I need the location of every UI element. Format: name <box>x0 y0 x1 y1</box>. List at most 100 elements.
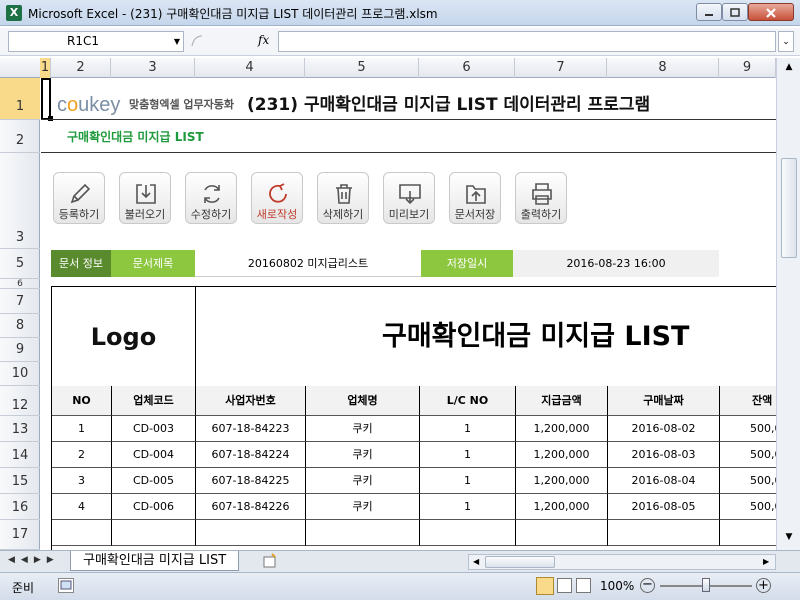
table-cell[interactable]: CD-003 <box>112 416 196 442</box>
vertical-scrollbar[interactable]: ▲ ▼ <box>776 58 800 550</box>
sheet-tab-active[interactable]: 구매확인대금 미지급 LIST <box>70 551 240 571</box>
scroll-right-icon[interactable]: ▶ <box>763 557 769 566</box>
table-header-row: NO 업체코드 사업자번호 업체명 L/C NO 지급금액 구매날짜 잔액 <box>52 386 776 416</box>
table-cell[interactable] <box>420 520 516 546</box>
column-header[interactable]: 3 <box>111 58 195 78</box>
minimize-button[interactable] <box>696 3 722 21</box>
table-cell[interactable]: 쿠키 <box>306 494 420 520</box>
column-header[interactable]: 2 <box>51 58 111 78</box>
scroll-down-icon[interactable]: ▼ <box>781 532 797 546</box>
formula-expand-icon[interactable]: ⌄ <box>778 31 794 52</box>
table-row: 1 CD-003 607-18-84223 쿠키 1 1,200,000 2016-08-0… <box>52 416 776 442</box>
row-header[interactable]: 6 <box>0 279 40 289</box>
chevron-down-icon[interactable]: ▼ <box>174 32 180 51</box>
scroll-thumb[interactable] <box>781 158 797 258</box>
row-header[interactable]: 5 <box>0 249 40 279</box>
table-cell[interactable]: 500,000 <box>720 442 776 468</box>
table-cell[interactable]: 1 <box>52 416 112 442</box>
row-header[interactable]: 13 <box>0 416 40 442</box>
table-cell[interactable]: 2016-08-03 <box>608 442 720 468</box>
table-cell[interactable]: 1 <box>420 416 516 442</box>
table-cell[interactable]: 607-18-84225 <box>196 468 306 494</box>
formula-input[interactable] <box>278 31 776 52</box>
table-cell[interactable]: 1 <box>420 442 516 468</box>
column-header[interactable]: 7 <box>515 58 607 78</box>
excel-app-icon[interactable]: X <box>6 5 22 21</box>
table-cell[interactable]: 1 <box>420 468 516 494</box>
table-cell[interactable]: 2016-08-05 <box>608 494 720 520</box>
doc-title-value[interactable]: 20160802 미지급리스트 <box>195 250 421 277</box>
table-cell[interactable] <box>52 520 112 546</box>
table-cell[interactable] <box>720 520 776 546</box>
row-header[interactable]: 16 <box>0 494 40 520</box>
page-layout-view-icon[interactable] <box>557 578 572 593</box>
normal-view-icon[interactable] <box>536 577 554 595</box>
page-break-view-icon[interactable] <box>576 578 591 593</box>
row-header[interactable]: 7 <box>0 289 40 314</box>
name-box[interactable]: R1C1 ▼ <box>8 31 184 52</box>
macro-record-icon[interactable] <box>58 578 74 593</box>
table-cell[interactable]: 500,000 <box>720 416 776 442</box>
table-cell[interactable] <box>608 520 720 546</box>
scroll-up-icon[interactable]: ▲ <box>781 62 797 76</box>
table-cell[interactable]: 쿠키 <box>306 468 420 494</box>
table-cell[interactable]: 1,200,000 <box>516 494 608 520</box>
selected-cell[interactable] <box>41 78 51 120</box>
table-cell[interactable]: 2016-08-02 <box>608 416 720 442</box>
column-header[interactable]: 8 <box>607 58 719 78</box>
row-header[interactable]: 9 <box>0 338 40 362</box>
table-cell[interactable]: 4 <box>52 494 112 520</box>
column-header[interactable]: 5 <box>305 58 419 78</box>
table-cell[interactable]: 1,200,000 <box>516 468 608 494</box>
row-header[interactable]: 10 <box>0 362 40 386</box>
scroll-left-icon[interactable]: ◀ <box>473 557 479 566</box>
row-header[interactable]: 17 <box>0 520 40 550</box>
table-cell[interactable]: CD-006 <box>112 494 196 520</box>
column-header[interactable]: 9 <box>719 58 776 78</box>
table-cell[interactable]: 1 <box>420 494 516 520</box>
table-cell[interactable]: 607-18-84223 <box>196 416 306 442</box>
insert-sheet-icon[interactable] <box>262 553 278 569</box>
horizontal-scrollbar[interactable]: ◀ ▶ <box>468 554 776 570</box>
table-cell[interactable] <box>196 520 306 546</box>
zoom-level[interactable]: 100% <box>600 579 634 593</box>
table-cell[interactable]: CD-005 <box>112 468 196 494</box>
brand-tagline: 맞춤형엑셀 업무자동화 <box>129 98 235 111</box>
row-header[interactable]: 8 <box>0 314 40 338</box>
th-lcno: L/C NO <box>420 386 516 416</box>
row-header[interactable]: 12 <box>0 386 40 416</box>
table-cell[interactable]: 2 <box>52 442 112 468</box>
table-cell[interactable]: 500,000 <box>720 468 776 494</box>
table-cell[interactable]: 쿠키 <box>306 416 420 442</box>
worksheet-grid[interactable]: coukey 맞춤형엑셀 업무자동화 (231) 구매확인대금 미지급 LIST… <box>41 78 776 550</box>
table-cell[interactable]: 500,000 <box>720 494 776 520</box>
zoom-out-icon[interactable]: − <box>640 578 655 593</box>
zoom-slider-thumb[interactable] <box>702 578 710 592</box>
zoom-in-icon[interactable]: + <box>756 578 771 593</box>
table-cell[interactable]: 607-18-84224 <box>196 442 306 468</box>
column-header[interactable]: 1 <box>40 58 51 78</box>
insert-function-icon[interactable]: fx <box>258 33 269 47</box>
table-cell[interactable]: 607-18-84226 <box>196 494 306 520</box>
table-cell[interactable]: 3 <box>52 468 112 494</box>
report-title: 구매확인대금 미지급 LIST <box>196 287 776 387</box>
restore-button[interactable] <box>722 3 748 21</box>
table-cell[interactable] <box>112 520 196 546</box>
close-button[interactable] <box>748 3 794 21</box>
h-scroll-thumb[interactable] <box>485 556 555 568</box>
row-header[interactable]: 1 <box>0 78 40 120</box>
column-header[interactable]: 4 <box>195 58 305 78</box>
row-header[interactable]: 3 <box>0 153 40 249</box>
row-header[interactable]: 2 <box>0 120 40 153</box>
table-cell[interactable]: CD-004 <box>112 442 196 468</box>
table-cell[interactable] <box>306 520 420 546</box>
table-cell[interactable] <box>516 520 608 546</box>
sheet-nav-icons[interactable]: ◀◀▶▶ <box>8 555 60 565</box>
row-header[interactable]: 14 <box>0 442 40 468</box>
table-cell[interactable]: 1,200,000 <box>516 416 608 442</box>
table-cell[interactable]: 쿠키 <box>306 442 420 468</box>
row-header[interactable]: 15 <box>0 468 40 494</box>
column-header[interactable]: 6 <box>419 58 515 78</box>
table-cell[interactable]: 2016-08-04 <box>608 468 720 494</box>
table-cell[interactable]: 1,200,000 <box>516 442 608 468</box>
